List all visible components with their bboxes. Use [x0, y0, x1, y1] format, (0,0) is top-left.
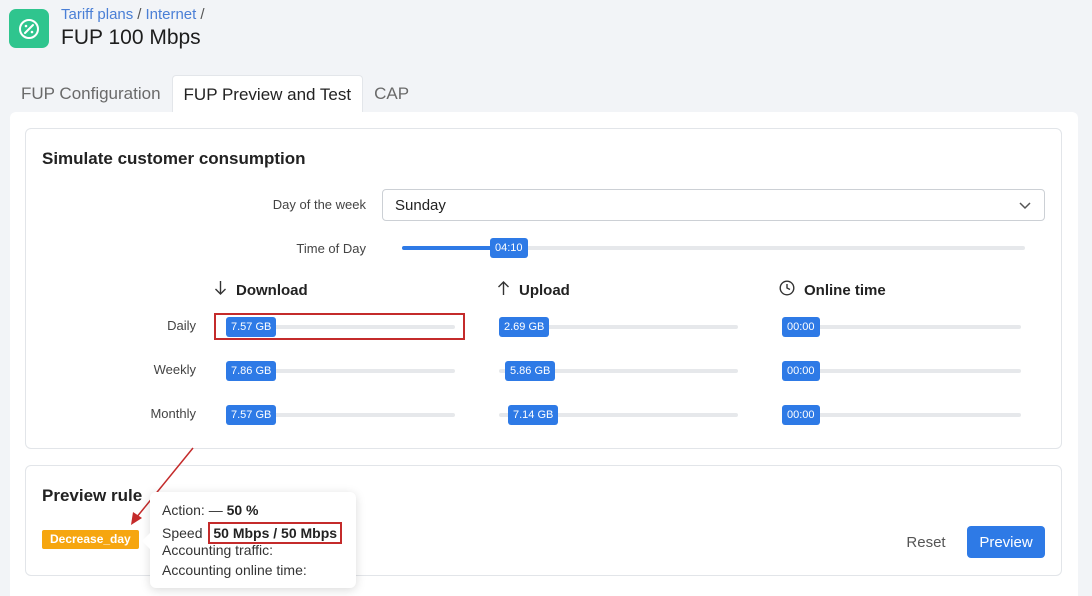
tooltip-action-symbol: —: [208, 502, 223, 518]
tooltip-action: Action: — 50 %: [162, 502, 259, 518]
tooltip-speed-label: Speed: [162, 525, 203, 541]
tooltip-action-label: Action:: [162, 502, 205, 518]
tooltip-accounting-online: Accounting online time:: [162, 562, 307, 578]
reset-button[interactable]: Reset: [895, 528, 957, 556]
tooltip-action-value: 50 %: [226, 502, 259, 518]
preview-button[interactable]: Preview: [967, 526, 1045, 558]
tooltip-speed-value: 50 Mbps / 50 Mbps: [208, 522, 343, 544]
tooltip-accounting-traffic: Accounting traffic:: [162, 542, 274, 558]
rule-tooltip: Action: — 50 % Speed 50 Mbps / 50 Mbps A…: [142, 492, 356, 588]
tooltip-speed: Speed 50 Mbps / 50 Mbps: [162, 522, 343, 544]
